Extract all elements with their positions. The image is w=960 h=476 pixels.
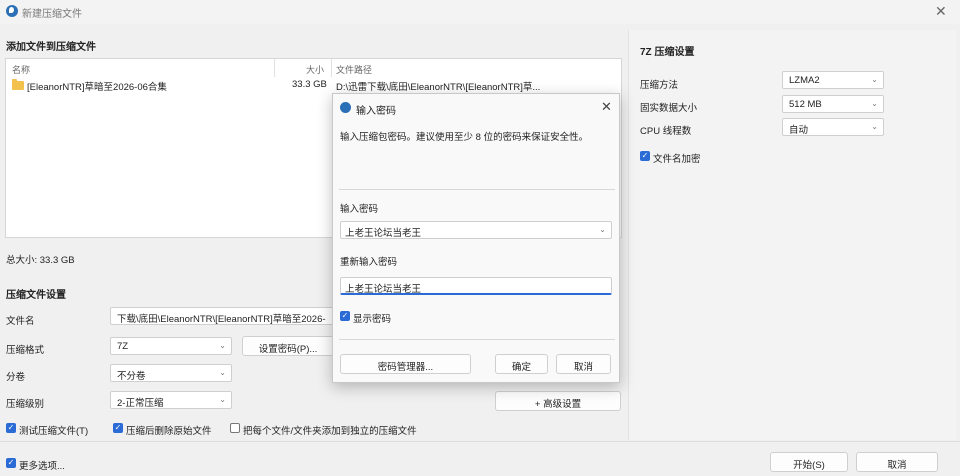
password-manager-button[interactable]: 密码管理器... <box>340 354 471 374</box>
dialog-instruction: 输入压缩包密码。建议使用至少 8 位的密码来保证安全性。 <box>340 132 589 143</box>
separate-archive-label: 把每个文件/文件夹添加到独立的压缩文件 <box>243 426 417 437</box>
col-name[interactable]: 名称 <box>12 63 30 76</box>
chevron-down-icon: ⌄ <box>871 122 878 131</box>
dialog-divider <box>339 339 615 340</box>
encrypt-names-checkbox[interactable]: ✓ <box>640 151 650 161</box>
dialog-close-icon[interactable]: ✕ <box>601 99 612 115</box>
split-label: 分卷 <box>6 372 26 383</box>
separate-archive-checkbox[interactable] <box>230 423 240 433</box>
dialog-divider <box>339 189 615 190</box>
chevron-down-icon: ⌄ <box>219 395 226 404</box>
file-row-name[interactable]: [EleanorNTR]草暗至2026-06合集 <box>27 79 167 93</box>
delete-source-label: 压缩后删除原始文件 <box>126 426 212 437</box>
threads-label: CPU 线程数 <box>640 126 692 137</box>
dialog-cancel-button[interactable]: 取消 <box>556 354 611 374</box>
method-value: LZMA2 <box>789 75 820 86</box>
window-title-bar <box>0 0 960 24</box>
files-section-title: 添加文件到压缩文件 <box>6 42 96 53</box>
file-row-size: 33.3 GB <box>292 79 327 90</box>
method-label: 压缩方法 <box>640 80 679 91</box>
split-select[interactable]: 不分卷 ⌄ <box>110 364 232 382</box>
dialog-title: 输入密码 <box>356 106 396 117</box>
dict-value: 512 MB <box>789 99 822 110</box>
level-select[interactable]: 2-正常压缩 ⌄ <box>110 391 232 409</box>
password-value: 上老王论坛当老王 <box>345 228 422 239</box>
filename-value: 下载\底田\EleanorNTR\[EleanorNTR]草暗至2026- <box>117 314 326 325</box>
set-password-button[interactable]: 设置密码(P)... <box>242 336 334 356</box>
app-logo-icon <box>6 5 18 17</box>
delete-source-checkbox[interactable]: ✓ <box>113 423 123 433</box>
confirm-password-value: 上老王论坛当老王 <box>345 284 422 295</box>
chevron-down-icon: ⌄ <box>871 99 878 108</box>
chevron-down-icon: ⌄ <box>219 368 226 377</box>
col-path[interactable]: 文件路径 <box>336 63 372 76</box>
test-archive-label: 测试压缩文件(T) <box>19 426 89 437</box>
more-options-checkbox[interactable]: ✓ <box>6 458 16 468</box>
password-dialog: 输入密码 ✕ 输入压缩包密码。建议使用至少 8 位的密码来保证安全性。 输入密码… <box>332 93 620 383</box>
format-select[interactable]: 7Z ⌄ <box>110 337 232 355</box>
window-title: 新建压缩文件 <box>22 9 82 20</box>
window-close-icon[interactable]: ✕ <box>935 3 947 20</box>
confirm-password-input[interactable]: 上老王论坛当老王 <box>340 277 612 295</box>
settings-section-title: 压缩文件设置 <box>6 290 66 301</box>
chevron-down-icon: ⌄ <box>219 341 226 350</box>
total-size: 总大小: 33.3 GB <box>6 255 75 266</box>
test-archive-checkbox[interactable]: ✓ <box>6 423 16 433</box>
method-select[interactable]: LZMA2 ⌄ <box>782 71 884 89</box>
advanced-settings-button[interactable]: + 高级设置 <box>495 391 621 411</box>
sevenz-settings-panel <box>628 30 956 440</box>
password-label: 输入密码 <box>340 204 379 215</box>
col-size[interactable]: 大小 <box>306 63 324 76</box>
dict-select[interactable]: 512 MB ⌄ <box>782 95 884 113</box>
format-label: 压缩格式 <box>6 345 45 356</box>
dialog-ok-button[interactable]: 确定 <box>495 354 548 374</box>
dict-label: 固实数据大小 <box>640 103 698 114</box>
sevenz-section-title: 7Z 压缩设置 <box>640 47 695 58</box>
password-input[interactable]: 上老王论坛当老王 ⌄ <box>340 221 612 239</box>
confirm-password-label: 重新输入密码 <box>340 257 398 268</box>
encrypt-names-label: 文件名加密 <box>653 154 701 165</box>
threads-value: 自动 <box>789 125 809 136</box>
filename-input[interactable]: 下载\底田\EleanorNTR\[EleanorNTR]草暗至2026- <box>110 307 335 325</box>
level-label: 压缩级别 <box>6 399 45 410</box>
threads-select[interactable]: 自动 ⌄ <box>782 118 884 136</box>
cancel-button[interactable]: 取消 <box>856 452 938 472</box>
split-value: 不分卷 <box>117 371 146 382</box>
folder-icon <box>12 79 24 90</box>
footer-divider <box>0 441 960 442</box>
more-options-label[interactable]: 更多选项... <box>19 458 65 472</box>
file-row-path: D:\迅雷下载\底田\EleanorNTR\[EleanorNTR]草... <box>336 82 541 93</box>
format-value: 7Z <box>117 341 129 352</box>
filename-label: 文件名 <box>6 316 35 327</box>
col-separator <box>331 59 332 77</box>
show-password-checkbox[interactable]: ✓ <box>340 311 350 321</box>
col-separator <box>274 59 275 77</box>
show-password-label: 显示密码 <box>353 314 392 325</box>
start-button[interactable]: 开始(S) <box>770 452 848 472</box>
level-value: 2-正常压缩 <box>117 398 164 409</box>
chevron-down-icon: ⌄ <box>871 75 878 84</box>
dialog-app-icon <box>340 102 351 113</box>
chevron-down-icon[interactable]: ⌄ <box>599 225 606 234</box>
